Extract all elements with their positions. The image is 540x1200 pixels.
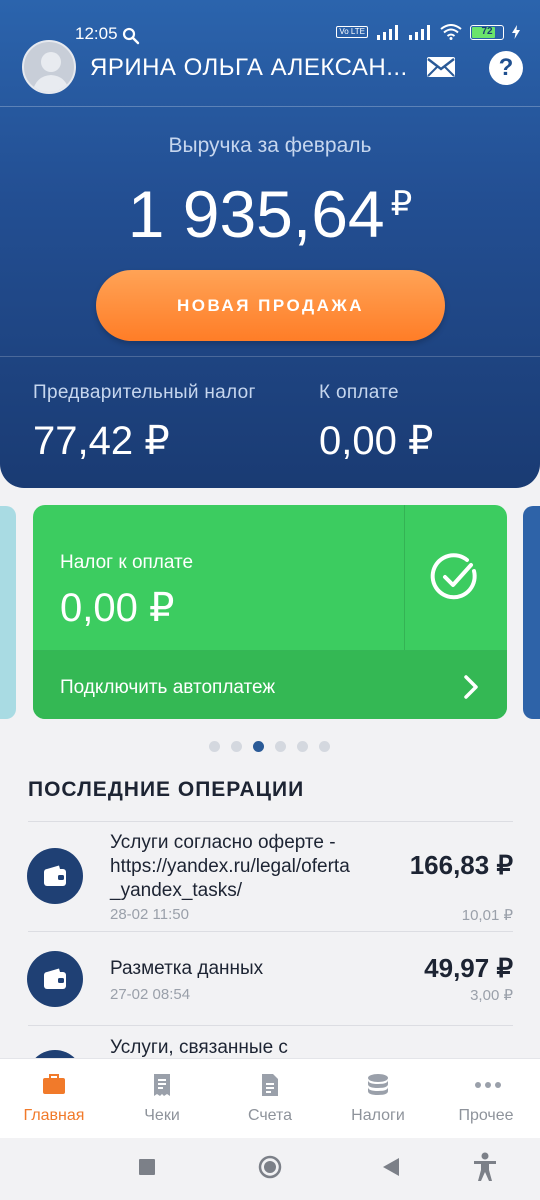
- header: 12:05 Vo LTE 72 ЯРИНА ОЛЬГА АЛЕКСАН... ?…: [0, 0, 540, 488]
- briefcase-icon: [43, 1074, 65, 1094]
- prelim-tax-label: Предварительный налог: [33, 382, 256, 403]
- operation-date: 27-02 08:54: [110, 986, 191, 1003]
- wallet-icon: [44, 968, 66, 989]
- operation-icon: [27, 848, 83, 904]
- revenue-currency: ₽: [390, 185, 413, 223]
- nav-label: Чеки: [144, 1107, 180, 1124]
- document-icon: [262, 1074, 278, 1096]
- user-icon: [32, 52, 70, 92]
- search-icon: [122, 27, 140, 45]
- operation-amount: 49,97 ₽: [424, 953, 513, 983]
- divider: [28, 821, 513, 822]
- carousel-dot[interactable]: [275, 741, 286, 752]
- coins-icon: [368, 1074, 388, 1095]
- bottom-nav: Главная Чеки Счета Налоги Прочее: [0, 1058, 540, 1138]
- to-pay-value: 0,00 ₽: [319, 419, 434, 463]
- divider: [0, 356, 540, 357]
- nav-label: Главная: [23, 1107, 85, 1124]
- mail-icon[interactable]: [424, 52, 458, 82]
- revenue-value: 1 935,64 ₽: [0, 176, 540, 252]
- carousel-dot[interactable]: [231, 741, 242, 752]
- avatar[interactable]: [22, 40, 76, 94]
- recents-icon[interactable]: [138, 1158, 156, 1176]
- help-button[interactable]: ?: [489, 51, 523, 85]
- nav-item-receipts[interactable]: Чеки: [108, 1059, 216, 1139]
- nav-item-taxes[interactable]: Налоги: [324, 1059, 432, 1139]
- status-icons: Vo LTE 72: [336, 24, 520, 40]
- receipt-icon: [154, 1074, 170, 1096]
- divider: [28, 1025, 513, 1026]
- signal-icon: [377, 25, 398, 40]
- battery-icon: 72: [470, 24, 504, 40]
- tax-due-card[interactable]: Налог к оплате 0,00 ₽ Подключить автопла…: [33, 505, 507, 719]
- divider: [28, 931, 513, 932]
- operation-name: Разметка данных: [110, 958, 264, 979]
- nav-label: Прочее: [458, 1107, 514, 1124]
- charging-icon: [512, 25, 520, 39]
- operation-date: 28-02 11:50: [110, 906, 189, 923]
- home-icon[interactable]: [258, 1155, 282, 1179]
- carousel-card-prev[interactable]: [0, 506, 16, 719]
- nav-item-invoices[interactable]: Счета: [216, 1059, 324, 1139]
- new-sale-button[interactable]: НОВАЯ ПРОДАЖА: [96, 270, 445, 341]
- carousel-dot-active[interactable]: [253, 741, 264, 752]
- to-pay-label: К оплате: [319, 382, 399, 403]
- tax-due-value: 0,00 ₽: [60, 586, 175, 630]
- nav-label: Счета: [247, 1107, 293, 1124]
- operation-fee: 3,00 ₽: [470, 987, 513, 1004]
- status-bar: 12:05 Vo LTE 72: [0, 0, 540, 45]
- nav-item-more[interactable]: Прочее: [432, 1059, 540, 1139]
- operations-title: ПОСЛЕДНИЕ ОПЕРАЦИИ: [28, 778, 305, 801]
- carousel-dot[interactable]: [297, 741, 308, 752]
- operation-name: Услуги, связанные с: [110, 1037, 288, 1058]
- wifi-icon: [440, 24, 462, 40]
- operation-amount: 166,83 ₽: [409, 850, 513, 880]
- volte-icon: Vo LTE: [336, 26, 368, 38]
- accessibility-icon[interactable]: [472, 1152, 498, 1182]
- prelim-tax-value: 77,42 ₽: [33, 419, 170, 463]
- signal-icon: [409, 25, 430, 40]
- more-icon: [475, 1082, 501, 1088]
- chevron-right-icon[interactable]: [461, 673, 481, 701]
- operation-icon: [27, 951, 83, 1007]
- system-nav-bar: [0, 1138, 540, 1200]
- wallet-icon: [44, 865, 66, 886]
- revenue-amount: 1 935,64: [127, 177, 385, 251]
- nav-label: Налоги: [351, 1107, 405, 1124]
- carousel-card-next[interactable]: [523, 506, 540, 719]
- tax-due-label: Налог к оплате: [60, 552, 194, 573]
- carousel-dot[interactable]: [319, 741, 330, 752]
- back-icon[interactable]: [382, 1157, 400, 1177]
- carousel-dot[interactable]: [209, 741, 220, 752]
- status-time: 12:05: [75, 24, 118, 43]
- operation-name: Услуги согласно оферте - https://yandex.…: [110, 832, 350, 901]
- user-name[interactable]: ЯРИНА ОЛЬГА АЛЕКСАН...: [90, 54, 410, 82]
- revenue-label: Выручка за февраль: [168, 134, 372, 157]
- operation-fee: 10,01 ₽: [461, 907, 513, 924]
- nav-item-home[interactable]: Главная: [0, 1059, 108, 1139]
- check-circle-icon: [430, 553, 477, 600]
- carousel-dots: [209, 741, 330, 752]
- divider: [0, 106, 540, 107]
- autopay-label[interactable]: Подключить автоплатеж: [60, 677, 275, 699]
